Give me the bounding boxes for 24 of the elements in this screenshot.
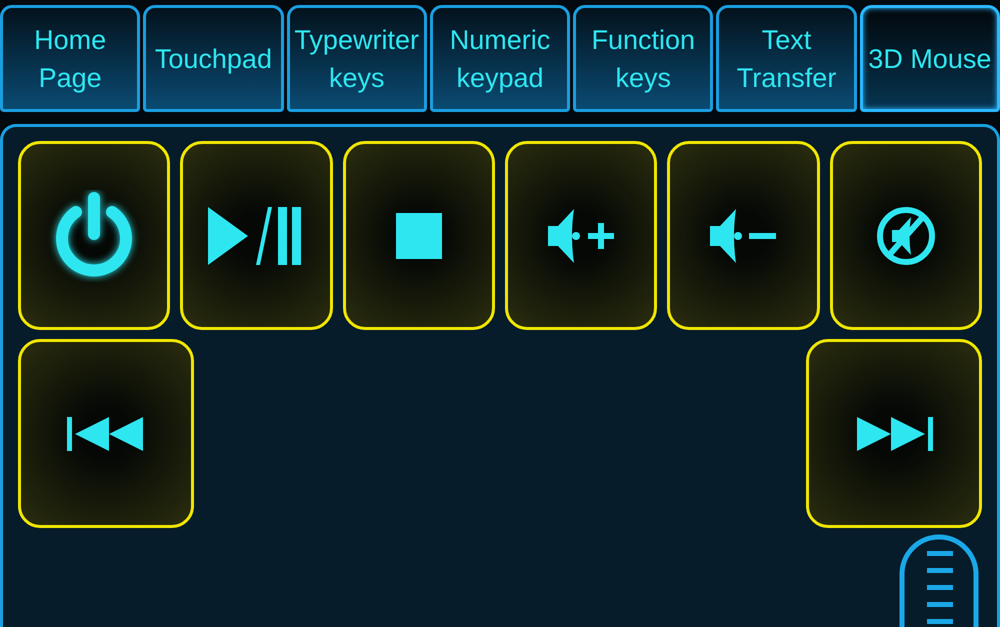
skip-back-icon bbox=[67, 416, 143, 450]
power-button[interactable] bbox=[18, 141, 170, 330]
tab[interactable]: Text Transfer bbox=[716, 5, 857, 112]
skip-forward-icon bbox=[857, 416, 933, 450]
speaker-plus-icon bbox=[548, 208, 614, 262]
tab[interactable]: 3D Mouse bbox=[860, 5, 1000, 112]
volume-down-button[interactable] bbox=[667, 141, 820, 330]
mute-icon bbox=[876, 206, 935, 264]
previous-button[interactable] bbox=[18, 339, 194, 528]
stop-button[interactable] bbox=[342, 141, 495, 330]
tab[interactable]: Function keys bbox=[573, 5, 714, 112]
volume-up-button[interactable] bbox=[504, 141, 658, 330]
tab[interactable]: Touchpad bbox=[143, 5, 284, 112]
mute-button[interactable] bbox=[830, 141, 982, 330]
next-button[interactable] bbox=[806, 339, 982, 528]
tab[interactable]: Numeric keypad bbox=[430, 5, 570, 112]
stop-icon bbox=[396, 212, 442, 258]
power-icon bbox=[56, 192, 132, 276]
scroll-handle-drawing[interactable] bbox=[900, 534, 978, 627]
tab[interactable]: Typewriter keys bbox=[286, 5, 427, 112]
tab[interactable]: Home Page bbox=[0, 5, 140, 112]
play-pause-icon bbox=[208, 206, 302, 264]
speaker-minus-icon bbox=[710, 208, 776, 262]
play-pause-button[interactable] bbox=[180, 141, 333, 330]
